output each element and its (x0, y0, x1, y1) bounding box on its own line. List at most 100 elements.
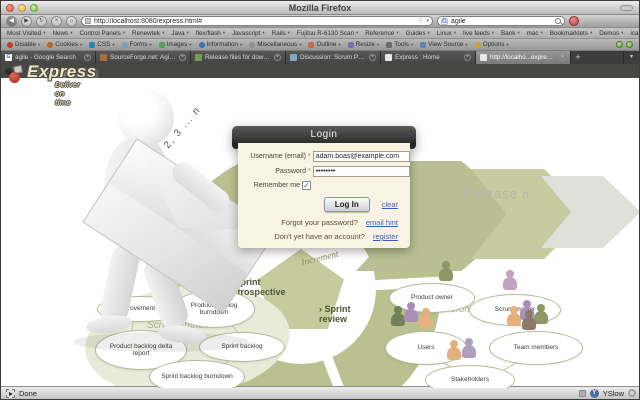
chevron-down-icon: ▾ (355, 30, 359, 35)
search-icon[interactable] (555, 18, 561, 24)
minimize-window-button[interactable] (18, 4, 26, 12)
bookmark-java[interactable]: Java ▾ (171, 30, 189, 37)
bookmark-most-visited[interactable]: Most Visited ▾ (7, 30, 45, 37)
url-bar[interactable]: ☆ ▾ (81, 16, 433, 26)
tab-release-files[interactable]: Release files for download ... × (191, 51, 286, 64)
bookmark-fujitsu[interactable]: Fujitsu R-6130 Scan ▾ (297, 30, 358, 37)
javascript-ok-icon[interactable] (626, 41, 633, 48)
page-favicon (85, 18, 91, 24)
tab-favicon (385, 54, 392, 61)
webdev-disable[interactable]: Disable ▾ (7, 41, 40, 48)
yslow-icon[interactable]: Y (589, 388, 599, 398)
mascot-head (118, 90, 174, 146)
bookmark-bookmarklets[interactable]: Bookmarklets ▾ (550, 30, 592, 37)
webdev-css[interactable]: CSS ▾ (89, 41, 115, 48)
selection-tool-icon[interactable] (6, 388, 15, 398)
webdev-view-source[interactable]: View Source ▾ (420, 41, 468, 48)
search-bar[interactable]: G (437, 16, 565, 26)
tab-favicon (290, 54, 297, 61)
tab-close-icon[interactable]: × (369, 54, 376, 61)
tab-close-icon[interactable]: × (179, 54, 186, 61)
theme-button[interactable] (569, 16, 579, 26)
validation-ok-icon[interactable] (616, 41, 623, 48)
logo-tagline: Deliver on time (55, 80, 81, 107)
wrench-icon (386, 41, 393, 48)
bookmark-icals[interactable]: icals▾ (630, 30, 639, 37)
reload-button[interactable]: ↻ (36, 15, 47, 27)
tab-express-html-active[interactable]: http://localho...express.html# × (476, 51, 571, 64)
node-stakeholders[interactable]: Stakeholders (425, 365, 515, 388)
chevron-down-icon: ▾ (122, 30, 126, 35)
bookmark-linux[interactable]: Linux ▾ (437, 30, 456, 37)
person-icon (404, 302, 418, 324)
tab-express-home[interactable]: Express : Home × (381, 51, 476, 64)
chevron-down-icon: ▾ (589, 30, 593, 35)
tab-favicon (195, 54, 202, 61)
webdev-options[interactable]: Options ▾ (474, 41, 509, 48)
toolbar-collapse-button[interactable] (620, 5, 633, 11)
clear-link[interactable]: clear (382, 200, 398, 209)
home-button[interactable]: ⌂ (66, 15, 77, 27)
bookmark-news[interactable]: News ▾ (52, 30, 72, 37)
bookmark-control-panels[interactable]: Control Panels ▾ (79, 30, 125, 37)
tab-favicon (480, 54, 487, 61)
tab-list-button[interactable]: ▾ (623, 51, 639, 64)
webdev-miscellaneous[interactable]: Miscellaneous ▾ (249, 41, 301, 48)
back-button[interactable]: ◀ (6, 15, 17, 27)
url-input[interactable] (94, 17, 415, 25)
info-icon (198, 41, 205, 48)
zoom-window-button[interactable] (30, 4, 38, 12)
outline-icon (308, 41, 315, 48)
tab-sourceforge[interactable]: SourceForge.net: Agile Expr... × (96, 51, 191, 64)
sprint-review-label[interactable]: › Sprint review (319, 304, 379, 325)
bookmark-demos[interactable]: Demos ▾ (599, 30, 623, 37)
tab-discussion[interactable]: Discussion: Scrum Practitio... × (286, 51, 381, 64)
bookmark-bank[interactable]: Bank ▾ (501, 30, 520, 37)
google-favicon[interactable]: G (441, 17, 448, 25)
person-icon (503, 270, 517, 292)
chevron-down-icon: ▾ (38, 41, 41, 47)
bookmark-flex-flash[interactable]: flex/flash ▾ (196, 30, 225, 37)
status-misc-icon[interactable] (578, 389, 586, 397)
window-titlebar[interactable]: Mozilla Firefox (1, 1, 639, 15)
password-input[interactable] (312, 166, 410, 177)
tab-close-icon[interactable]: × (84, 54, 91, 61)
bookmark-guides[interactable]: Guides ▾ (406, 30, 430, 37)
chevron-down-icon: ▾ (540, 30, 543, 35)
log-in-button[interactable]: Log In (323, 197, 370, 212)
tab-close-icon[interactable]: × (274, 54, 281, 61)
node-team-members[interactable]: Team members (489, 331, 583, 365)
webdev-resize[interactable]: Resize ▾ (347, 41, 379, 48)
webdev-forms[interactable]: Forms ▾ (121, 41, 152, 48)
bookmark-rails[interactable]: Rails ▾ (272, 30, 290, 37)
url-dropdown-icon[interactable]: ▾ (426, 17, 429, 25)
bookmark-star-icon[interactable]: ☆ (417, 17, 423, 25)
tab-close-icon[interactable]: × (559, 54, 566, 61)
remember-me-checkbox[interactable]: ✓ (302, 181, 311, 190)
webdev-outline[interactable]: Outline ▾ (308, 41, 341, 48)
bookmark-renewtek[interactable]: Renewtek ▾ (132, 30, 164, 37)
search-input[interactable] (451, 17, 552, 25)
webdev-information[interactable]: Information ▾ (198, 41, 242, 48)
bookmark-mac[interactable]: mac ▾ (527, 30, 543, 37)
close-window-button[interactable] (6, 4, 14, 12)
email-hint-link[interactable]: email hint (366, 218, 398, 227)
new-tab-button[interactable]: + (571, 51, 585, 64)
tab-google-search[interactable]: G agile - Google Search × (1, 51, 96, 64)
bookmark-reference[interactable]: Reference ▾ (365, 30, 398, 37)
forward-button[interactable]: ▶ (21, 15, 32, 27)
chevron-down-icon: ▾ (506, 41, 509, 47)
tab-close-icon[interactable]: × (464, 54, 471, 61)
chevron-down-icon: ▾ (517, 30, 520, 35)
yslow-label[interactable]: YSlow (603, 389, 624, 398)
bookmark-live-feeds[interactable]: live feeds ▾ (463, 30, 494, 37)
webdev-images[interactable]: Images ▾ (158, 41, 192, 48)
stop-button[interactable]: × (51, 15, 62, 27)
username-input[interactable] (312, 151, 410, 162)
register-row: Don't yet have an account? register (246, 232, 398, 241)
register-link[interactable]: register (373, 232, 398, 241)
bookmark-javascript[interactable]: Javascript ▾ (232, 30, 265, 37)
login-dialog-header: Login (232, 126, 416, 143)
webdev-cookies[interactable]: Cookies ▾ (47, 41, 82, 48)
webdev-tools[interactable]: Tools ▾ (386, 41, 413, 48)
